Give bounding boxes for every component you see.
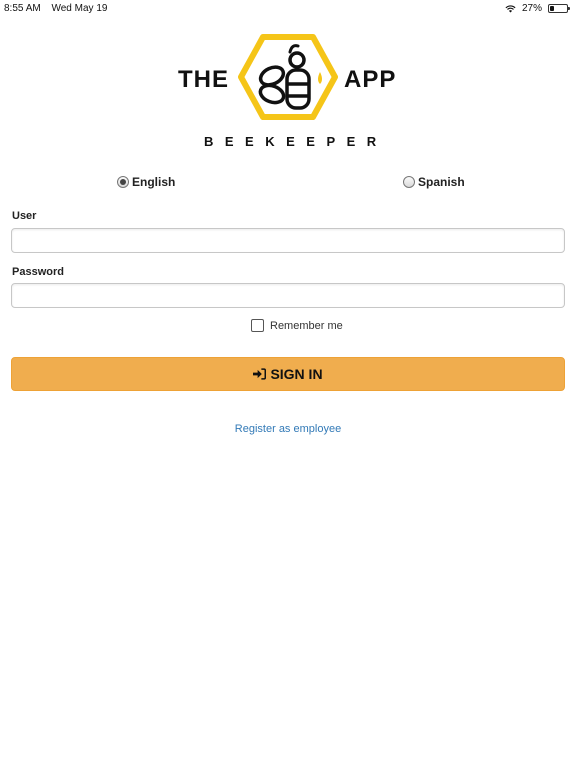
sign-in-label: SIGN IN [270, 366, 323, 382]
language-option-spanish[interactable]: Spanish [403, 175, 465, 189]
sign-in-button[interactable]: SIGN IN [11, 357, 565, 391]
logo-right-word: APP [344, 66, 397, 93]
status-bar: 8:55 AM Wed May 19 27% [0, 0, 576, 16]
bee-icon [238, 34, 338, 120]
remember-me-checkbox[interactable] [251, 319, 264, 332]
battery-percent: 27% [521, 3, 542, 14]
password-label: Password [12, 266, 64, 278]
remember-me[interactable]: Remember me [251, 319, 343, 332]
status-time: 8:55 AM [4, 3, 41, 14]
battery-fill [550, 6, 555, 11]
status-date: Wed May 19 [51, 3, 108, 14]
battery-icon [548, 4, 570, 13]
sign-in-icon [253, 368, 267, 380]
language-spanish-label: Spanish [418, 175, 465, 189]
user-label: User [12, 210, 37, 222]
status-left: 8:55 AM Wed May 19 [4, 3, 115, 14]
language-english-label: English [132, 175, 176, 189]
radio-english[interactable] [117, 176, 129, 188]
radio-spanish[interactable] [403, 176, 415, 188]
logo-subtitle: BEEKEEPER [204, 134, 388, 149]
register-as-employee-link[interactable]: Register as employee [0, 423, 576, 435]
language-option-english[interactable]: English [117, 175, 175, 189]
user-input[interactable] [11, 228, 565, 253]
logo-left-word: THE [178, 66, 229, 93]
app-logo: THE APP BEEKEEPER [176, 30, 400, 155]
status-right: 27% [505, 3, 570, 14]
remember-me-label: Remember me [270, 319, 343, 332]
language-selector: English Spanish [0, 175, 576, 191]
password-input[interactable] [11, 283, 565, 308]
wifi-icon [505, 4, 516, 13]
